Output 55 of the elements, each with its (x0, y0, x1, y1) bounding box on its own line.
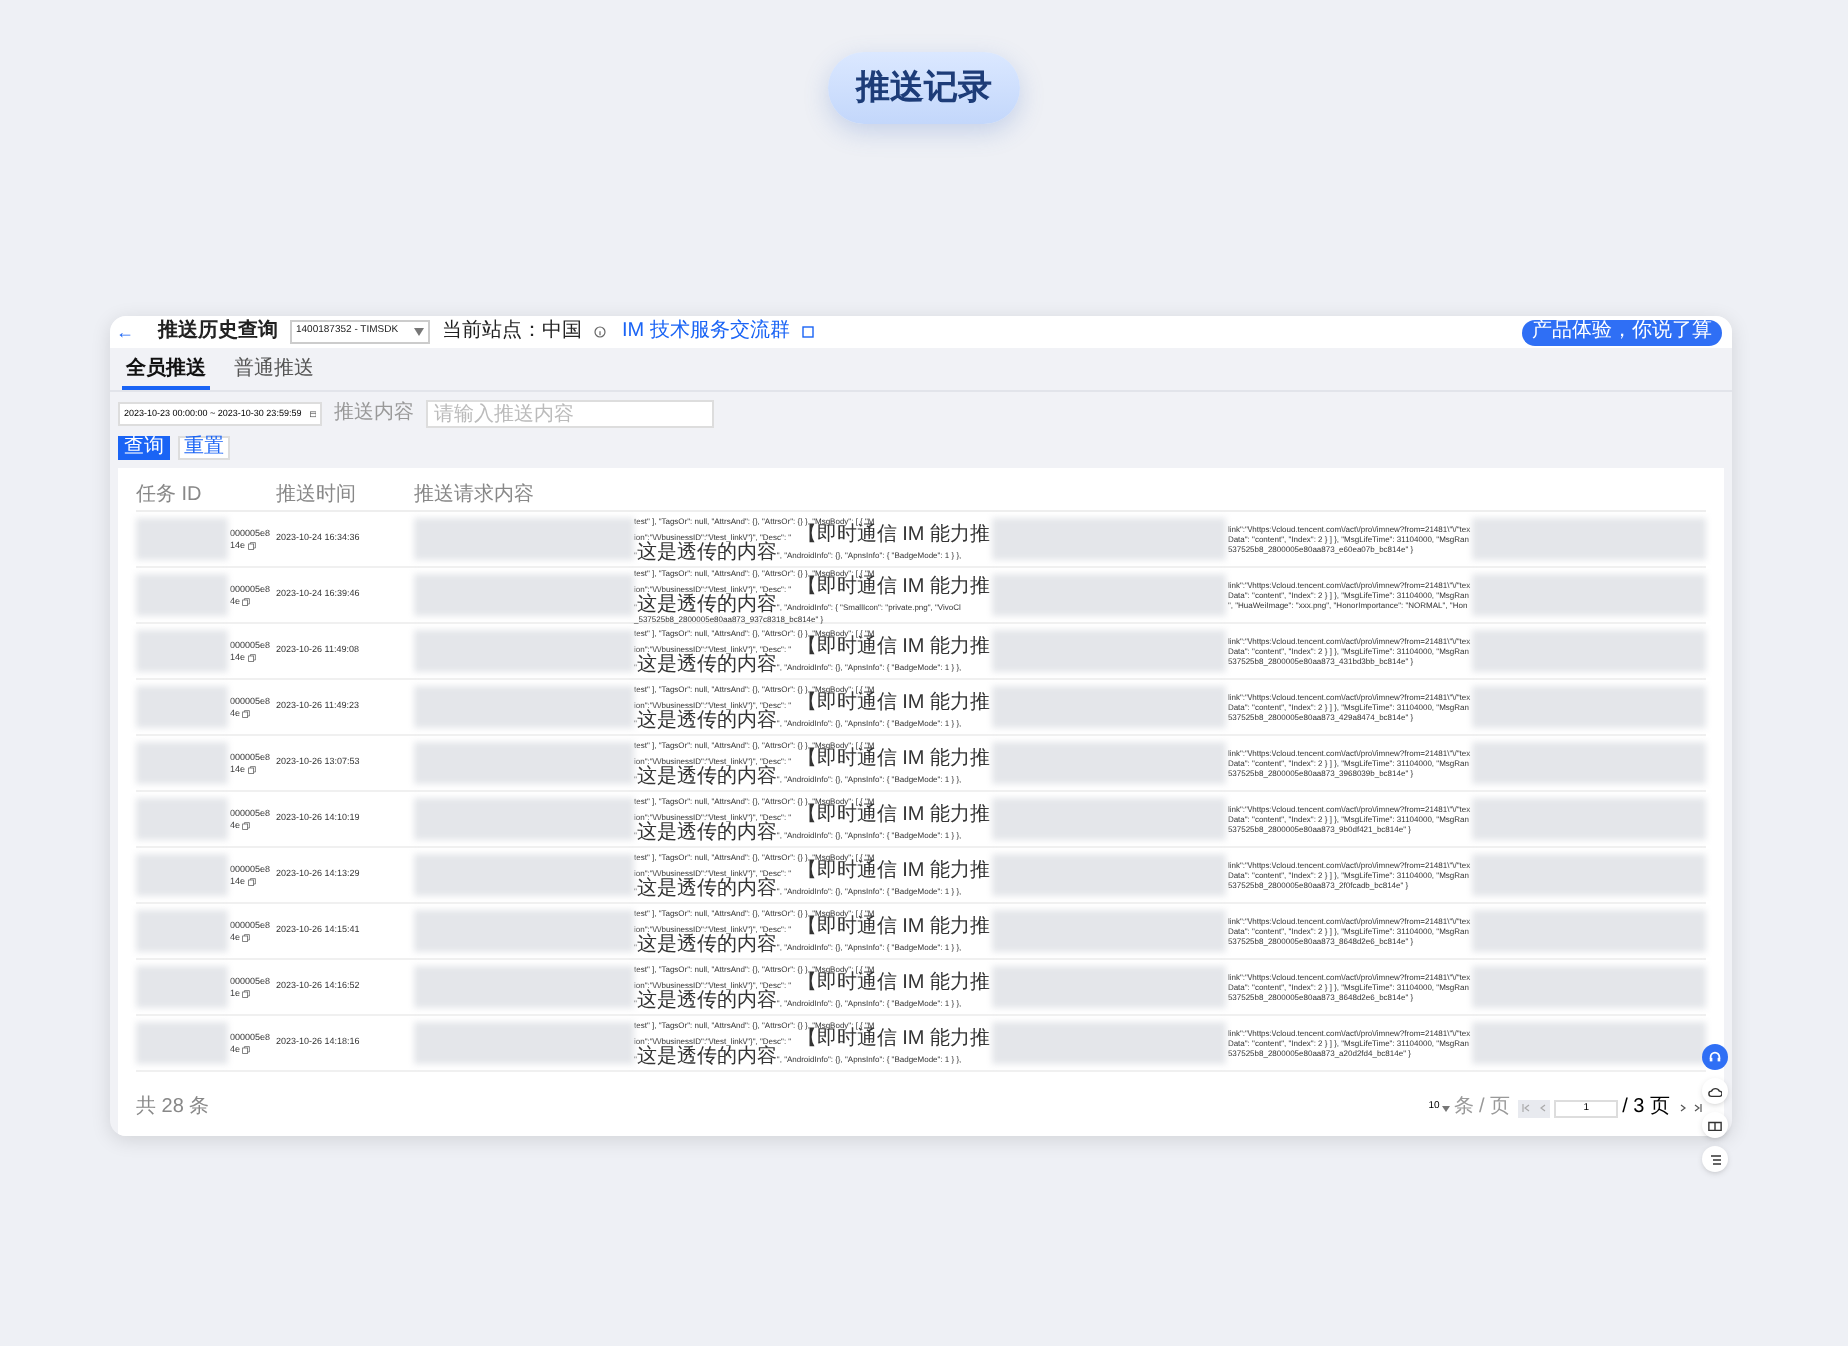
caret-icon (414, 328, 424, 336)
redacted-area (136, 742, 228, 784)
copy-icon[interactable] (242, 709, 251, 717)
copy-icon[interactable] (242, 989, 251, 997)
column-header: 推送时间 (276, 485, 358, 505)
cloud-icon (1708, 1085, 1722, 1097)
redacted-area (136, 966, 228, 1008)
column-header: 推送请求内容 (414, 485, 534, 505)
content-label: 推送内容 (334, 404, 414, 424)
headset-icon (1708, 1050, 1722, 1064)
redacted-area (136, 630, 228, 672)
copy-icon[interactable] (242, 1045, 251, 1053)
chevron-left-icon (1539, 1104, 1546, 1112)
chevron-right-icon (1679, 1104, 1685, 1112)
page-count: / 3 页 (1622, 1098, 1670, 1118)
last-page-icon (1694, 1104, 1702, 1112)
book-icon (1708, 1119, 1722, 1131)
copy-icon[interactable] (247, 653, 256, 661)
first-page-button[interactable] (1518, 1099, 1535, 1117)
redacted-area (136, 854, 228, 896)
feedback-button[interactable]: 产品体验，你说了算 (1522, 319, 1722, 345)
tab[interactable]: 全员推送 (122, 360, 210, 390)
redacted-area (136, 798, 228, 840)
copy-icon[interactable] (242, 933, 251, 941)
copy-icon[interactable] (242, 597, 251, 605)
redacted-area (136, 686, 228, 728)
list-icon (1709, 1153, 1721, 1165)
copy-icon[interactable] (247, 877, 256, 885)
back-button[interactable]: ← (116, 323, 134, 341)
first-page-icon (1522, 1104, 1531, 1112)
total-count: 共 28 条 (136, 1098, 210, 1118)
calendar-icon (309, 408, 316, 420)
external-link-icon (801, 326, 814, 338)
content-input[interactable]: 请输入推送内容 (426, 400, 714, 428)
tab[interactable]: 普通推送 (230, 360, 318, 390)
window-title: 推送历史查询 (158, 322, 278, 342)
caret-icon (1441, 1105, 1450, 1111)
redacted-area (136, 574, 228, 616)
site-label: 当前站点：中国 (442, 322, 582, 342)
page-title: 推送记录 (828, 52, 1020, 124)
column-header: 任务 ID (136, 485, 204, 505)
info-icon (594, 326, 606, 338)
previous-page-button[interactable] (1534, 1099, 1551, 1117)
redacted-area (136, 1022, 228, 1064)
reset-button[interactable]: 重置 (178, 436, 230, 460)
last-page-button[interactable] (1690, 1099, 1706, 1117)
page-size-unit: 条 / 页 (1453, 1098, 1511, 1118)
redacted-area (136, 518, 228, 560)
search-button[interactable]: 查询 (118, 436, 170, 460)
redacted-area (136, 910, 228, 952)
list-button[interactable] (1702, 1146, 1728, 1172)
copy-icon[interactable] (247, 541, 256, 549)
copy-icon[interactable] (242, 821, 251, 829)
group-link[interactable]: IM 技术服务交流群 (622, 322, 790, 342)
copy-icon[interactable] (247, 765, 256, 773)
